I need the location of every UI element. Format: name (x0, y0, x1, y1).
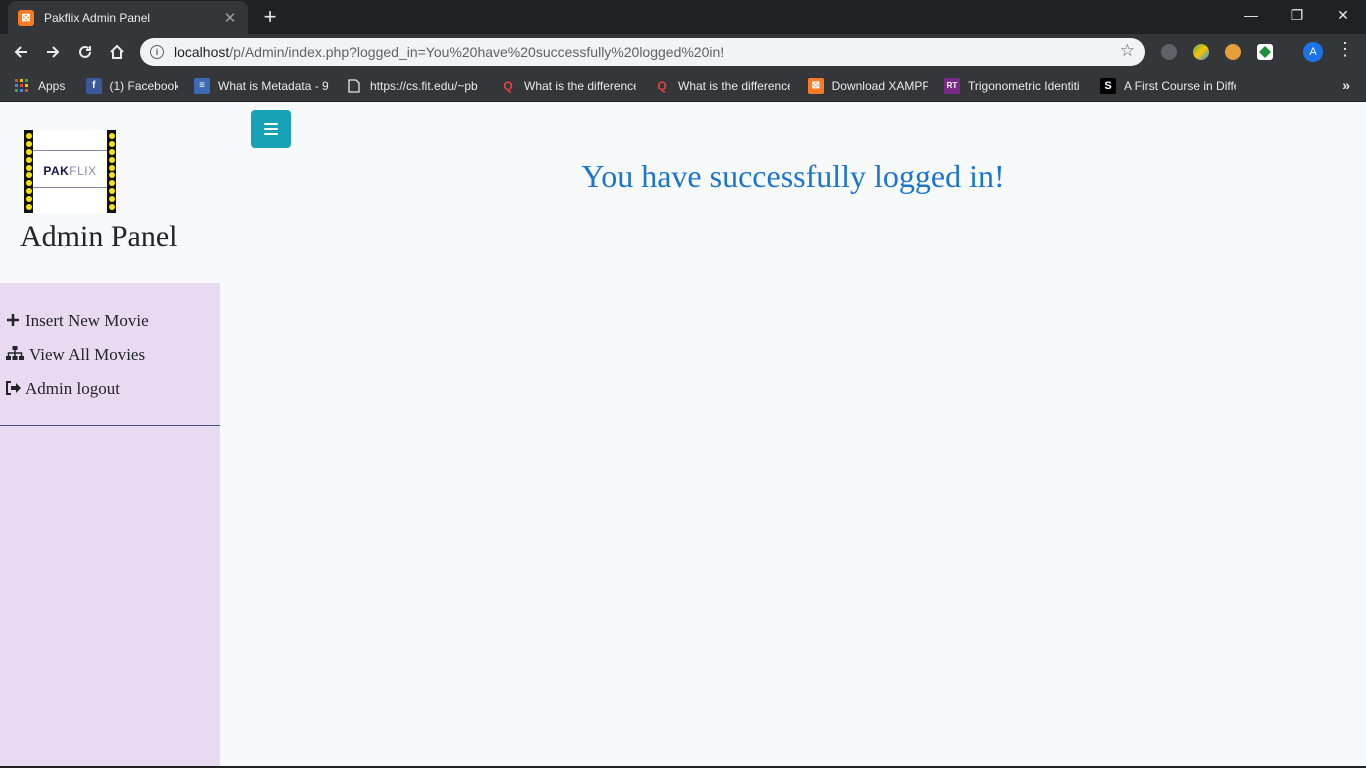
document-svg (348, 78, 360, 93)
extension-owl-icon[interactable] (1225, 44, 1241, 60)
forward-arrow-icon (47, 46, 60, 58)
content-topbar (220, 102, 1366, 156)
logo-text-bold: PAK (43, 164, 70, 178)
tab-close-icon[interactable]: ✕ (222, 9, 238, 27)
apps-grid-icon (14, 78, 30, 94)
bookmark-label: What is the difference (678, 78, 790, 93)
bookmarks-bar: Apps f (1) Facebook ≡ What is Metadata -… (0, 70, 1366, 102)
sidebar: Insert New Movie View All Movies Admin l… (0, 283, 220, 768)
sign-out-svg (6, 380, 21, 395)
browser-toolbar: i localhost/p/Admin/index.php?logged_in=… (0, 34, 1366, 70)
bookmark-apps[interactable]: Apps (14, 78, 70, 94)
bookmark-scribd[interactable]: S A First Course in Diffe (1100, 77, 1238, 94)
bookmark-xampp[interactable]: ⊠ Download XAMPP (808, 77, 928, 94)
extension-color-icon[interactable] (1193, 44, 1209, 60)
bookmark-metadata[interactable]: ≡ What is Metadata - 9 (194, 77, 330, 94)
back-arrow-icon (14, 46, 27, 58)
main-content: You have successfully logged in! (220, 156, 1366, 768)
sidebar-toggle-button[interactable] (251, 110, 291, 148)
bookmark-label: A First Course in Diffe (1124, 78, 1236, 93)
plus-icon (5, 312, 21, 331)
bookmark-label: Apps (38, 78, 66, 93)
tab-title: Pakflix Admin Panel (44, 10, 151, 25)
scribd-icon: S (1100, 77, 1116, 94)
bookmark-facebook[interactable]: f (1) Facebook (86, 77, 179, 94)
home-button[interactable] (104, 39, 130, 65)
pakflix-logo: PAKFLIX (24, 130, 116, 213)
logo-text-light: FLIX (69, 164, 97, 178)
bookmark-label: What is Metadata - 9 (218, 78, 329, 93)
bookmark-trig[interactable]: RT Trigonometric Identiti (944, 77, 1084, 94)
sidebar-divider (0, 425, 220, 426)
bookmarks-overflow-icon[interactable]: » (1342, 77, 1350, 93)
plus-svg (7, 313, 19, 326)
document-icon (346, 78, 362, 94)
profile-avatar[interactable]: A (1303, 42, 1323, 62)
rapidtables-icon: RT (944, 77, 960, 94)
sitemap-svg (6, 345, 24, 360)
xampp-favicon-icon: ⊠ (18, 9, 34, 26)
bookmark-quora-2[interactable]: Q What is the difference (654, 78, 792, 94)
sign-out-icon (5, 380, 21, 399)
browser-tab[interactable]: ⊠ Pakflix Admin Panel ✕ (8, 1, 248, 34)
film-strip-left (24, 130, 33, 213)
facebook-icon: f (86, 77, 102, 94)
hamburger-icon (264, 123, 278, 135)
sidebar-item-insert-movie[interactable]: Insert New Movie (5, 311, 149, 331)
xampp-icon: ⊠ (808, 77, 824, 94)
sidebar-item-label: View All Movies (29, 345, 146, 364)
reload-button[interactable] (72, 39, 98, 65)
bookmark-label: What is the difference (524, 78, 636, 93)
info-icon[interactable]: i (150, 45, 164, 59)
bookmark-cs-fit[interactable]: https://cs.fit.edu/~pb (346, 78, 484, 94)
back-button[interactable] (8, 39, 34, 65)
reload-icon (79, 45, 91, 58)
sidebar-item-logout[interactable]: Admin logout (5, 379, 120, 399)
address-bar[interactable]: i localhost/p/Admin/index.php?logged_in=… (140, 38, 1145, 66)
sidebar-item-view-movies[interactable]: View All Movies (5, 345, 145, 365)
url-text[interactable]: localhost/p/Admin/index.php?logged_in=Yo… (174, 44, 724, 60)
login-success-message: You have successfully logged in! (581, 158, 1005, 194)
sidebar-item-label: Admin logout (25, 379, 120, 398)
sidebar-header: PAKFLIX Admin Panel (0, 102, 220, 283)
extension-diamond-icon[interactable] (1257, 44, 1273, 60)
quora-icon: Q (503, 78, 513, 93)
page-icon: ≡ (194, 77, 210, 94)
bookmark-label: (1) Facebook (109, 78, 179, 93)
url-path: /p/Admin/index.php?logged_in=You%20have%… (229, 44, 725, 60)
logo-text: PAKFLIX (33, 164, 107, 178)
extension-record-icon[interactable] (1161, 44, 1177, 60)
bookmark-label: Trigonometric Identiti (968, 78, 1080, 93)
home-icon (110, 44, 124, 59)
minimize-button[interactable]: — (1228, 0, 1274, 30)
quora-icon: Q (657, 78, 667, 93)
maximize-button[interactable]: ❐ (1274, 0, 1320, 30)
diamond-icon (1259, 46, 1271, 58)
sidebar-item-label: Insert New Movie (25, 311, 149, 330)
forward-button[interactable] (40, 39, 66, 65)
bookmark-label: https://cs.fit.edu/~pb (370, 78, 478, 93)
film-strip-right (107, 130, 116, 213)
bookmark-quora-1[interactable]: Q What is the difference (500, 78, 638, 94)
new-tab-button[interactable]: + (257, 5, 283, 31)
apps-grid-svg (15, 78, 28, 92)
close-window-button[interactable]: ✕ (1320, 0, 1366, 30)
bookmark-star-icon[interactable]: ☆ (1120, 41, 1135, 61)
sidebar-title: Admin Panel (20, 220, 178, 253)
sitemap-icon (5, 345, 25, 365)
logo-line (33, 150, 107, 151)
url-host: localhost (174, 44, 230, 60)
browser-titlebar: ⊠ Pakflix Admin Panel ✕ + — ❐ ✕ (0, 0, 1366, 34)
browser-menu-icon[interactable]: ⋮ (1336, 39, 1354, 60)
page: PAKFLIX Admin Panel Insert New Movie Vie… (0, 102, 1366, 768)
logo-line (33, 187, 107, 188)
bookmark-label: Download XAMPP (831, 78, 928, 93)
window-controls: — ❐ ✕ (1228, 0, 1366, 30)
